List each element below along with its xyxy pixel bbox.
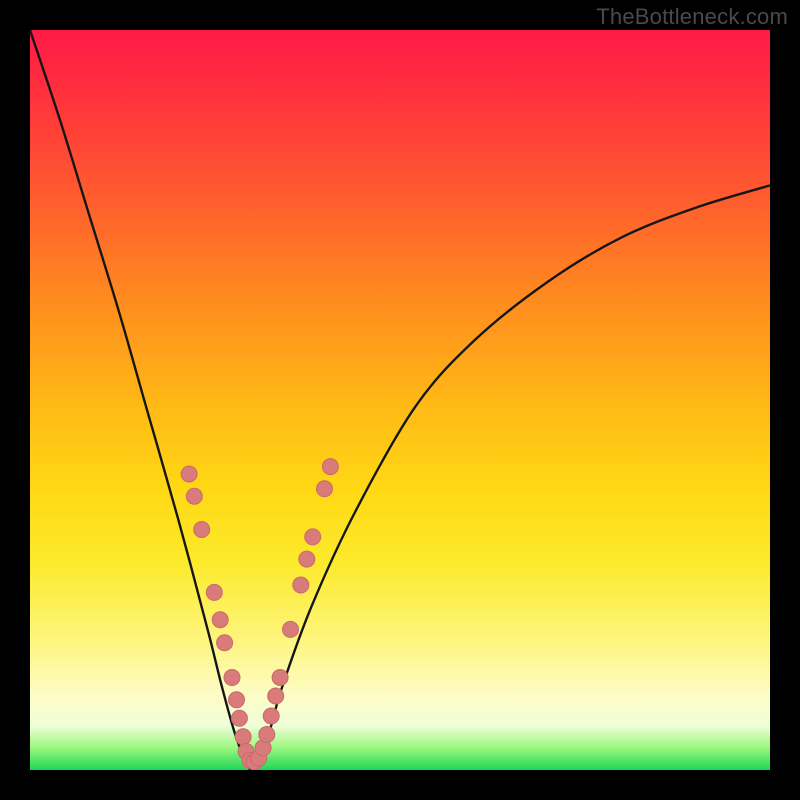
curve-marker [212, 612, 228, 628]
attribution-label: TheBottleneck.com [596, 4, 788, 30]
curve-marker [186, 488, 202, 504]
bottleneck-curve [30, 30, 770, 770]
curve-marker [217, 635, 233, 651]
curve-marker [206, 584, 222, 600]
curve-marker [272, 670, 288, 686]
curve-marker [181, 466, 197, 482]
curve-marker [293, 577, 309, 593]
chart-frame: TheBottleneck.com [0, 0, 800, 800]
curve-marker [317, 481, 333, 497]
curve-marker [259, 727, 275, 743]
curve-marker [229, 692, 245, 708]
curve-marker [235, 729, 251, 745]
curve-marker [231, 710, 247, 726]
curve-marker [305, 529, 321, 545]
curve-marker [283, 621, 299, 637]
curve-marker [263, 708, 279, 724]
curve-marker [268, 688, 284, 704]
curve-line [30, 30, 770, 770]
curve-marker [194, 522, 210, 538]
plot-area [30, 30, 770, 770]
curve-marker [224, 670, 240, 686]
curve-marker [322, 459, 338, 475]
curve-marker [299, 551, 315, 567]
